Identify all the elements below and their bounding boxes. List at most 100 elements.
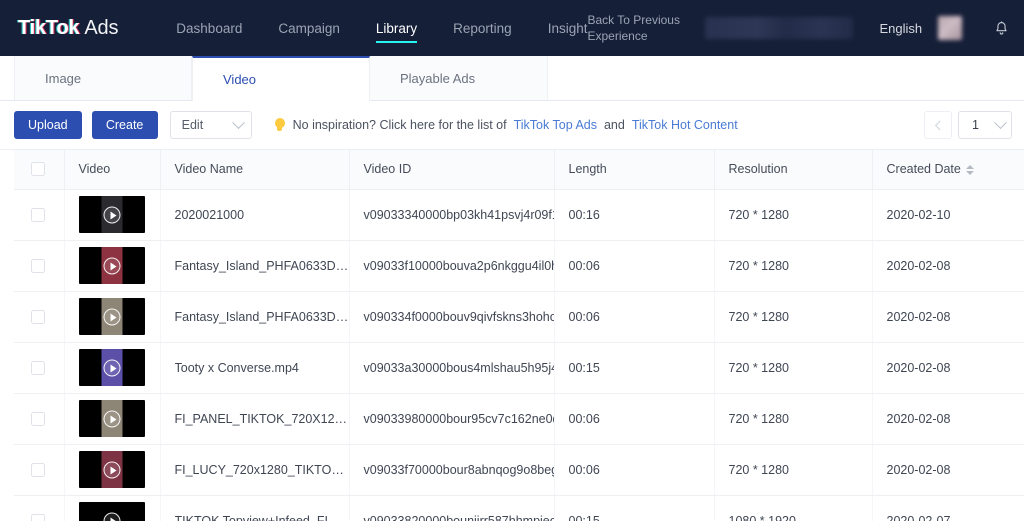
table-row[interactable]: 2020021000 v09033340000bp03kh41psvj4r09f1…	[14, 189, 1024, 241]
table-row[interactable]: Fantasy_Island_PHFA0633D217... v090334f00…	[14, 291, 1024, 343]
video-name: FI_LUCY_720x1280_TIKTOK_VA...	[174, 462, 349, 477]
row-select-cell	[14, 189, 65, 241]
previous-page-button[interactable]	[924, 111, 952, 139]
row-created-date-cell: 2020-02-10	[872, 189, 1024, 241]
library-toolbar: Upload Create Edit No inspiration? Click…	[0, 101, 1024, 150]
row-select-cell	[14, 291, 65, 343]
row-length-cell: 00:15	[554, 495, 715, 521]
table-row[interactable]: FI_PANEL_TIKTOK_720X1280_V...v0903398000…	[14, 393, 1024, 445]
row-select-cell	[14, 495, 65, 521]
tab-video[interactable]: Video	[192, 56, 370, 101]
header-created-date: Created Date	[872, 150, 1024, 190]
row-created-date-cell: 2020-02-08	[872, 444, 1024, 496]
row-video-name-cell: FI_LUCY_720x1280_TIKTOK_VA...	[160, 444, 350, 496]
row-checkbox[interactable]	[31, 309, 45, 324]
row-resolution-cell: 720 * 1280	[714, 189, 873, 241]
video-thumbnail[interactable]	[78, 400, 145, 437]
video-table: Video Video Name Video ID Length Resolut…	[14, 150, 1024, 521]
video-thumbnail[interactable]	[78, 247, 145, 284]
tab-playable-ads[interactable]: Playable Ads	[370, 56, 548, 100]
sort-icon[interactable]	[965, 164, 974, 175]
table-row[interactable]: Fantasy_Island_PHFA0633D21... v09033f1000…	[14, 240, 1024, 292]
row-thumbnail-cell	[64, 444, 161, 496]
play-icon	[103, 359, 120, 376]
row-select-cell	[14, 393, 65, 445]
video-thumbnail[interactable]	[78, 298, 145, 335]
video-name: 2020021000	[174, 207, 245, 222]
row-video-id-cell: v09033980000bour95cv7c162ne0d8d0	[349, 393, 555, 445]
row-resolution-cell: 720 * 1280	[714, 342, 873, 394]
row-length-cell: 00:06	[554, 240, 715, 292]
header-select-all	[14, 150, 65, 190]
back-to-previous-experience-link[interactable]: Back To Previous Experience	[587, 12, 683, 44]
chevron-down-icon	[994, 115, 1007, 129]
video-thumbnail[interactable]	[78, 196, 145, 233]
language-selector[interactable]: English	[879, 21, 922, 36]
row-length-cell: 00:06	[554, 444, 715, 496]
edit-dropdown[interactable]: Edit	[169, 111, 252, 139]
tiktok-hot-content-link[interactable]: TikTok Hot Content	[632, 118, 738, 132]
row-video-name-cell: FI_PANEL_TIKTOK_720X1280_V...	[160, 393, 350, 445]
row-thumbnail-cell	[64, 240, 161, 292]
video-thumbnail[interactable]	[78, 502, 145, 521]
row-checkbox[interactable]	[31, 360, 45, 375]
account-selector-redacted[interactable]	[705, 17, 854, 39]
row-video-name-cell: TIKTOK Topview+Infeed_FINAL...	[160, 495, 350, 521]
nav-right-cluster: Back To Previous Experience English	[587, 0, 1024, 56]
edit-dropdown-label: Edit	[181, 118, 204, 132]
lightbulb-icon	[274, 117, 286, 133]
video-thumbnail[interactable]	[78, 451, 145, 488]
table-row[interactable]: Tooty x Converse.mp4 v09033a30000bous4mls…	[14, 342, 1024, 394]
row-select-cell	[14, 240, 65, 292]
row-checkbox[interactable]	[31, 411, 45, 426]
header-video-id: Video ID	[349, 150, 555, 190]
avatar[interactable]	[938, 16, 963, 40]
select-all-checkbox[interactable]	[31, 162, 45, 177]
row-video-id-cell: v09033f10000bouva2p6nkggu4il0h8g	[349, 240, 555, 292]
row-checkbox[interactable]	[31, 513, 45, 521]
row-checkbox[interactable]	[31, 258, 45, 273]
row-resolution-cell: 720 * 1280	[714, 393, 873, 445]
hint-prefix-text: No inspiration? Click here for the list …	[292, 118, 507, 132]
row-length-cell: 00:06	[554, 393, 715, 445]
row-thumbnail-cell	[64, 291, 161, 343]
tiktok-ads-logo[interactable]: TikTok Ads	[18, 17, 118, 40]
notification-bell-icon[interactable]	[988, 15, 1014, 41]
play-icon	[103, 410, 120, 427]
table-row[interactable]: FI_LUCY_720x1280_TIKTOK_VA...v09033f7000…	[14, 444, 1024, 496]
row-resolution-cell: 720 * 1280	[714, 444, 873, 496]
header-created-date-label: Created Date	[886, 162, 961, 177]
video-name: Fantasy_Island_PHFA0633D217...	[174, 309, 349, 324]
row-thumbnail-cell	[64, 393, 161, 445]
upload-button[interactable]: Upload	[14, 111, 82, 139]
row-video-id-cell: v09033a30000bous4mlshau5h95j4vjg	[349, 342, 555, 394]
table-body: 2020021000 v09033340000bp03kh41psvj4r09f1…	[14, 189, 1024, 521]
nav-item-dashboard[interactable]: Dashboard	[176, 0, 242, 56]
table-header-row: Video Video Name Video ID Length Resolut…	[14, 150, 1024, 190]
video-thumbnail[interactable]	[78, 349, 145, 386]
video-name: TIKTOK Topview+Infeed_FINAL...	[174, 513, 349, 521]
table-row[interactable]: TIKTOK Topview+Infeed_FINAL... v090338200…	[14, 495, 1024, 521]
nav-item-library[interactable]: Library	[375, 0, 418, 56]
row-thumbnail-cell	[64, 342, 161, 394]
nav-item-campaign[interactable]: Campaign	[278, 0, 340, 56]
row-checkbox[interactable]	[31, 462, 45, 477]
header-video-name: Video Name	[160, 150, 350, 190]
row-length-cell: 00:06	[554, 291, 715, 343]
row-select-cell	[14, 342, 65, 394]
page-size-select[interactable]: 1	[958, 111, 1012, 139]
row-created-date-cell: 2020-02-08	[872, 393, 1024, 445]
row-checkbox[interactable]	[31, 207, 45, 222]
logo-ads-text: Ads	[84, 16, 119, 39]
tab-image[interactable]: Image	[14, 56, 192, 100]
chevron-left-icon	[934, 120, 945, 130]
nav-item-reporting[interactable]: Reporting	[453, 0, 512, 56]
play-icon	[103, 257, 120, 274]
row-thumbnail-cell	[64, 189, 161, 241]
create-button[interactable]: Create	[91, 111, 158, 139]
inspiration-hint: No inspiration? Click here for the list …	[274, 117, 738, 133]
nav-item-insight[interactable]: Insight	[548, 0, 588, 56]
row-resolution-cell: 720 * 1280	[714, 240, 873, 292]
tiktok-top-ads-link[interactable]: TikTok Top Ads	[514, 118, 597, 132]
pagination: 1	[924, 111, 1012, 139]
